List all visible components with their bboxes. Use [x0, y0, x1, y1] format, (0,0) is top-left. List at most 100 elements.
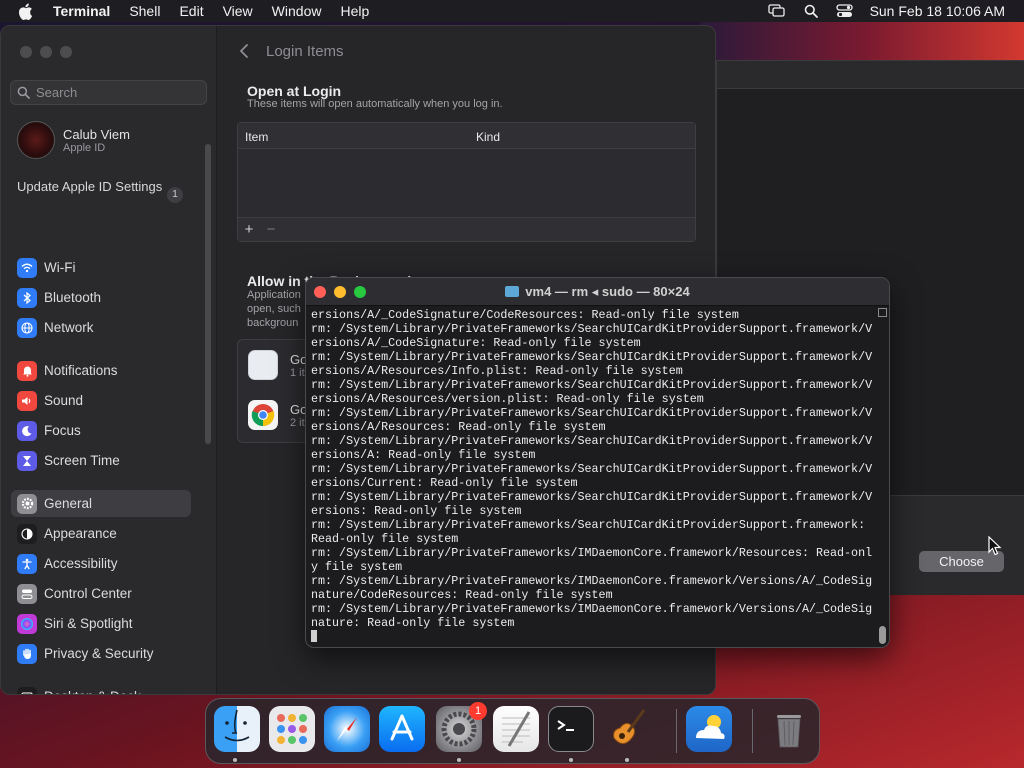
scroll-top-icon[interactable] — [878, 308, 887, 317]
zoom-button[interactable] — [60, 46, 72, 58]
dock-app-store-icon[interactable] — [379, 706, 425, 752]
search-icon — [17, 86, 30, 99]
sidebar-item-label: Desktop & Dock — [44, 689, 141, 694]
menu-shell[interactable]: Shell — [129, 3, 160, 19]
spotlight-search-icon[interactable] — [802, 3, 820, 19]
sidebar-item-label: Control Center — [44, 586, 132, 601]
sidebar-item-label: Network — [44, 320, 94, 335]
sidebar-scrollbar[interactable] — [205, 144, 211, 444]
app-icon — [248, 350, 278, 380]
terminal-title: vm4 — rm ◂ sudo — 80×24 — [306, 284, 889, 300]
dock-terminal-icon[interactable] — [548, 706, 594, 752]
sidebar-item-appearance[interactable]: Appearance — [11, 520, 191, 547]
terminal-titlebar[interactable]: vm4 — rm ◂ sudo — 80×24 — [306, 278, 889, 306]
menu-app-name[interactable]: Terminal — [53, 3, 110, 19]
terminal-line: rm: /System/Library/PrivateFrameworks/Se… — [311, 462, 873, 476]
dock-running-indicator — [457, 758, 461, 762]
table-footer: + − — [238, 217, 695, 241]
dock-running-indicator — [569, 758, 573, 762]
dock-icon — [17, 686, 37, 694]
sidebar-item-control-center[interactable]: Control Center — [11, 580, 191, 607]
sidebar-item-focus[interactable]: Focus — [11, 417, 191, 444]
terminal-output[interactable]: ersions/A/_CodeSignature/CodeResources: … — [311, 308, 879, 646]
login-items-table: Item Kind + − — [237, 122, 696, 242]
update-badge: 1 — [167, 187, 183, 203]
column-kind[interactable]: Kind — [476, 130, 500, 144]
terminal-line: rm: /System/Library/PrivateFrameworks/IM… — [311, 602, 873, 616]
gear-icon — [17, 493, 37, 514]
mouse-pointer-icon — [988, 536, 1002, 556]
account-name: Calub Viem — [63, 126, 130, 142]
page-title: Login Items — [266, 43, 344, 60]
sidebar-item-notifications[interactable]: Notifications — [11, 357, 191, 384]
dialog-toolbar — [717, 61, 1024, 89]
sidebar-item-network[interactable]: Network — [11, 314, 191, 341]
sidebar-search — [10, 80, 207, 105]
terminal-line: ersions/A/_CodeSignature/CodeResources: … — [311, 308, 739, 322]
search-input[interactable] — [36, 85, 196, 100]
dock-running-indicator — [625, 758, 629, 762]
menu-clock[interactable]: Sun Feb 18 10:06 AM — [870, 3, 1005, 19]
dock-textedit-icon[interactable] — [493, 706, 539, 752]
terminal-line: ersions/A/Resources/version.plist: Read-… — [311, 392, 704, 406]
minimize-button[interactable] — [40, 46, 52, 58]
hourglass-icon — [17, 450, 37, 471]
terminal-line: rm: /System/Library/PrivateFrameworks/Se… — [311, 434, 873, 448]
dock-safari-icon[interactable] — [324, 706, 370, 752]
dock-trash-icon[interactable] — [766, 706, 812, 752]
sidebar-item-desktop-dock[interactable]: Desktop & Dock — [11, 683, 191, 694]
dock-garageband-icon[interactable] — [604, 706, 650, 752]
menu-bar: Terminal Shell Edit View Window Help Sun… — [0, 0, 1024, 22]
menu-view[interactable]: View — [223, 3, 253, 19]
update-apple-id-item[interactable]: Update Apple ID Settings 1 — [17, 179, 187, 203]
sidebar-item-general[interactable]: General — [11, 490, 191, 517]
settings-sidebar: Calub Viem Apple ID Update Apple ID Sett… — [1, 26, 217, 694]
terminal-line: nature: Read-only file system — [311, 616, 515, 630]
terminal-scrollbar[interactable] — [878, 308, 887, 646]
dock-launchpad-icon[interactable] — [269, 706, 315, 752]
back-chevron-icon[interactable] — [238, 43, 252, 59]
dock-separator — [676, 709, 677, 753]
list-item[interactable]: Go 1 it — [248, 350, 307, 380]
window-controls — [20, 46, 80, 58]
apple-menu-icon[interactable] — [18, 3, 36, 20]
list-item[interactable]: Go 2 it — [248, 400, 307, 430]
avatar — [17, 121, 55, 159]
moon-icon — [17, 420, 37, 441]
appearance-icon — [17, 523, 37, 544]
menu-edit[interactable]: Edit — [179, 3, 203, 19]
screen-mirroring-icon[interactable] — [768, 3, 786, 19]
sidebar-item-sound[interactable]: Sound — [11, 387, 191, 414]
apple-id-account[interactable]: Calub Viem Apple ID — [17, 121, 130, 159]
terminal-line: Read-only file system — [311, 532, 459, 546]
terminal-line: rm: /System/Library/PrivateFrameworks/IM… — [311, 546, 873, 560]
sidebar-item-siri-spotlight[interactable]: Siri & Spotlight — [11, 610, 191, 637]
terminal-line: rm: /System/Library/PrivateFrameworks/Se… — [311, 490, 873, 504]
close-button[interactable] — [20, 46, 32, 58]
terminal-line: ersions/A: Read-only file system — [311, 448, 536, 462]
terminal-line: ersions/Current: Read-only file system — [311, 476, 578, 490]
terminal-line: rm: /System/Library/PrivateFrameworks/Se… — [311, 350, 873, 364]
column-item[interactable]: Item — [245, 130, 268, 144]
scroll-thumb[interactable] — [879, 626, 886, 644]
dock-weather-icon[interactable] — [686, 706, 732, 752]
terminal-line: rm: /System/Library/PrivateFrameworks/Se… — [311, 518, 866, 532]
add-login-item-button[interactable]: + — [238, 221, 260, 238]
terminal-line: ersions: Read-only file system — [311, 504, 522, 518]
sidebar-item-accessibility[interactable]: Accessibility — [11, 550, 191, 577]
account-sub: Apple ID — [63, 141, 106, 154]
globe-icon — [17, 317, 37, 338]
chrome-icon — [248, 400, 278, 430]
sidebar-item-privacy-security[interactable]: Privacy & Security — [11, 640, 191, 667]
sidebar-item-label: Focus — [44, 423, 81, 438]
terminal-title-text: vm4 — rm ◂ sudo — 80×24 — [525, 284, 690, 299]
sidebar-item-bluetooth[interactable]: Bluetooth — [11, 284, 191, 311]
remove-login-item-button[interactable]: − — [260, 221, 282, 238]
terminal-line: ersions/A/Resources: Read-only file syst… — [311, 420, 606, 434]
sidebar-item-screen-time[interactable]: Screen Time — [11, 447, 191, 474]
menu-help[interactable]: Help — [340, 3, 369, 19]
control-center-icon[interactable] — [836, 3, 854, 19]
dock-finder-icon[interactable] — [214, 706, 260, 752]
menu-window[interactable]: Window — [272, 3, 322, 19]
sidebar-item-wi-fi[interactable]: Wi-Fi — [11, 254, 191, 281]
